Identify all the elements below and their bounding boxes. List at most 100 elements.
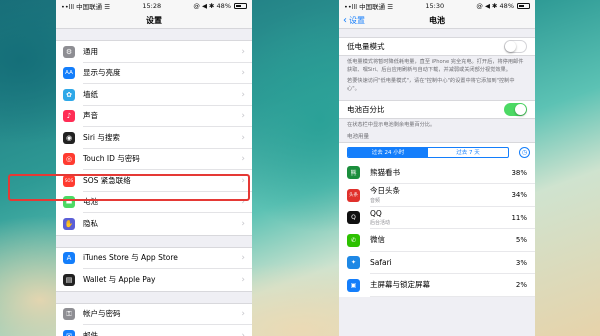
chevron-right-icon: › xyxy=(241,218,245,229)
battery-percent-toggle[interactable] xyxy=(504,103,527,116)
safari-icon: ✦ xyxy=(347,256,360,270)
chevron-right-icon: › xyxy=(241,197,245,208)
app-usage-percent: 5% xyxy=(515,236,527,245)
app-usage-percent: 34% xyxy=(511,191,527,200)
status-bar: ••lll 中国联通 ☰ 15:28 @ ◀ ✱ 48% xyxy=(56,0,252,12)
carrier-label: ••lll 中国联通 ☰ xyxy=(61,3,111,11)
chevron-right-icon: › xyxy=(241,253,245,264)
usage-header: 电池用量 xyxy=(347,133,370,140)
chevron-right-icon: › xyxy=(241,309,245,320)
low-power-note: 低电量模式将暂时降低耗电量，直至 iPhone 完全充电。打开后，将停用邮件获取… xyxy=(347,59,524,73)
app-usage-row[interactable]: ▣ 主屏幕与锁定屏幕 2% xyxy=(339,274,535,297)
back-label: 设置 xyxy=(349,16,365,25)
settings-row[interactable]: ▤ Wallet 与 Apple Pay › xyxy=(56,269,252,291)
battery-percent-label: 电池百分比 xyxy=(347,105,385,114)
status-indicators: @ ◀ ✱ 48% xyxy=(476,2,514,10)
chevron-right-icon: › xyxy=(241,330,245,336)
status-bar: ••lll 中国联通 ☰ 15:30 @ ◀ ✱ 48% xyxy=(339,0,535,12)
app-name: QQ xyxy=(370,208,382,218)
low-power-label: 低电量模式 xyxy=(347,42,385,51)
low-power-row: 低电量模式 xyxy=(339,37,535,56)
app-usage-percent: 38% xyxy=(511,168,527,177)
settings-row[interactable]: ✉ 邮件 › xyxy=(56,325,252,336)
battery-percent-note: 在状态栏中显示电池剩余电量百分比。 xyxy=(347,122,436,128)
sound-icon: ♪ xyxy=(63,110,75,123)
settings-row[interactable]: ◉ Siri 与搜索 › xyxy=(56,127,252,149)
back-button[interactable]: ‹ 设置 xyxy=(343,12,365,29)
wechat-icon: ✆ xyxy=(347,233,360,247)
mail-icon: ✉ xyxy=(63,329,75,336)
tab-last-24-hours[interactable]: 过去 24 小时 xyxy=(348,147,428,157)
wallpaper-icon: ✿ xyxy=(63,88,75,101)
tab-last-7-days[interactable]: 过去 7 天 xyxy=(428,148,508,157)
settings-row-label: Touch ID 与密码 xyxy=(83,149,252,170)
settings-row[interactable]: ⚿ 帐户与密码 › xyxy=(56,304,252,325)
chevron-right-icon: › xyxy=(241,132,245,143)
toutiao-icon: 头条 xyxy=(347,188,360,202)
carrier-label: ••lll 中国联通 ☰ xyxy=(344,3,394,11)
app-name-block: 今日头条 音频 xyxy=(370,184,535,207)
app-store-icon: A xyxy=(63,252,75,265)
sos-icon: SOS xyxy=(63,174,75,187)
app-usage-detail: 音频 xyxy=(370,198,381,205)
settings-row-label: 显示与亮度 xyxy=(83,63,252,84)
settings-row[interactable]: ⚙ 通用 › xyxy=(56,41,252,63)
app-usage-row[interactable]: ✆ 微信 5% xyxy=(339,229,535,252)
chevron-right-icon: › xyxy=(241,175,245,186)
status-indicators: @ ◀ ✱ 48% xyxy=(193,2,231,10)
chevron-right-icon: › xyxy=(241,46,245,57)
home-screen-icon: ▣ xyxy=(347,278,360,292)
chevron-right-icon: › xyxy=(241,68,245,79)
fingerprint-icon: ◎ xyxy=(63,153,75,166)
settings-row[interactable]: ◎ Touch ID 与密码 › xyxy=(56,149,252,170)
siri-icon: ◉ xyxy=(63,131,75,144)
settings-row[interactable]: SOS SOS 紧急联络 › xyxy=(56,170,252,192)
app-usage-percent: 11% xyxy=(511,213,527,222)
settings-row-label: SOS 紧急联络 xyxy=(83,170,252,192)
battery-status-icon xyxy=(234,3,247,9)
settings-row[interactable]: ▬ 电池 › xyxy=(56,192,252,213)
battery-percent-row: 电池百分比 xyxy=(339,100,535,119)
settings-row[interactable]: ✿ 墙纸 › xyxy=(56,84,252,106)
clock: 15:30 xyxy=(425,2,445,10)
app-usage-row[interactable]: ✦ Safari 3% xyxy=(339,252,535,274)
app-usage-percent: 2% xyxy=(515,281,527,290)
battery-screen: ••lll 中国联通 ☰ 15:30 @ ◀ ✱ 48% ‹ 设置 电池 低电量… xyxy=(339,0,535,336)
app-name-block: Safari xyxy=(370,252,535,274)
app-usage-row[interactable]: Q QQ 后台活动 11% xyxy=(339,207,535,229)
settings-row[interactable]: ♪ 声音 › xyxy=(56,106,252,127)
chevron-right-icon: › xyxy=(241,111,245,122)
page-title: 电池 xyxy=(429,15,445,25)
settings-row-label: 通用 xyxy=(83,41,252,63)
nav-bar: 设置 xyxy=(56,12,252,29)
app-name: 微信 xyxy=(370,235,385,245)
settings-group: ⚿ 帐户与密码 › ✉ 邮件 › xyxy=(56,302,252,336)
clock-info-icon[interactable]: ◷ xyxy=(519,146,530,158)
app-name: 主屏幕与锁定屏幕 xyxy=(370,280,430,290)
settings-row-label: 隐私 xyxy=(83,219,98,229)
settings-row[interactable]: AiTunes Store 与 App Store › xyxy=(56,248,252,269)
app-usage-detail: 后台活动 xyxy=(370,219,391,226)
app-name-block: 熊猫看书 xyxy=(370,162,535,184)
segmented-control: 过去 24 小时 过去 7 天 xyxy=(347,146,509,158)
settings-row-label: 墙纸 xyxy=(83,84,252,106)
settings-row-label: iTunes Store 与 App Store xyxy=(83,248,252,269)
settings-row-label: 帐户与密码 xyxy=(83,304,252,325)
settings-row[interactable]: AA 显示与亮度 › xyxy=(56,63,252,84)
page-title: 设置 xyxy=(146,15,162,25)
app-usage-row[interactable]: 熊熊猫看书 38% xyxy=(339,162,535,184)
panda-icon: 熊 xyxy=(347,166,360,180)
low-power-toggle[interactable] xyxy=(504,40,527,53)
usage-range-control: 过去 24 小时 过去 7 天 ◷ xyxy=(339,141,535,162)
chevron-right-icon: › xyxy=(241,274,245,285)
battery-status-icon xyxy=(517,3,530,9)
settings-row-label: Wallet 与 Apple Pay xyxy=(83,275,156,285)
settings-row-label: Siri 与搜索 xyxy=(83,127,252,149)
settings-list: ⚙ 通用 › AA 显示与亮度 › ✿ 墙纸 › ♪ 声音 › ◉ Siri 与搜索 › ◎ Touch ID … xyxy=(56,29,252,336)
settings-row[interactable]: ✋ 隐私 › xyxy=(56,213,252,235)
app-name: 熊猫看书 xyxy=(370,167,400,177)
app-usage-row[interactable]: 头条 今日头条 音频 34% xyxy=(339,184,535,207)
nav-bar: ‹ 设置 电池 xyxy=(339,12,535,29)
